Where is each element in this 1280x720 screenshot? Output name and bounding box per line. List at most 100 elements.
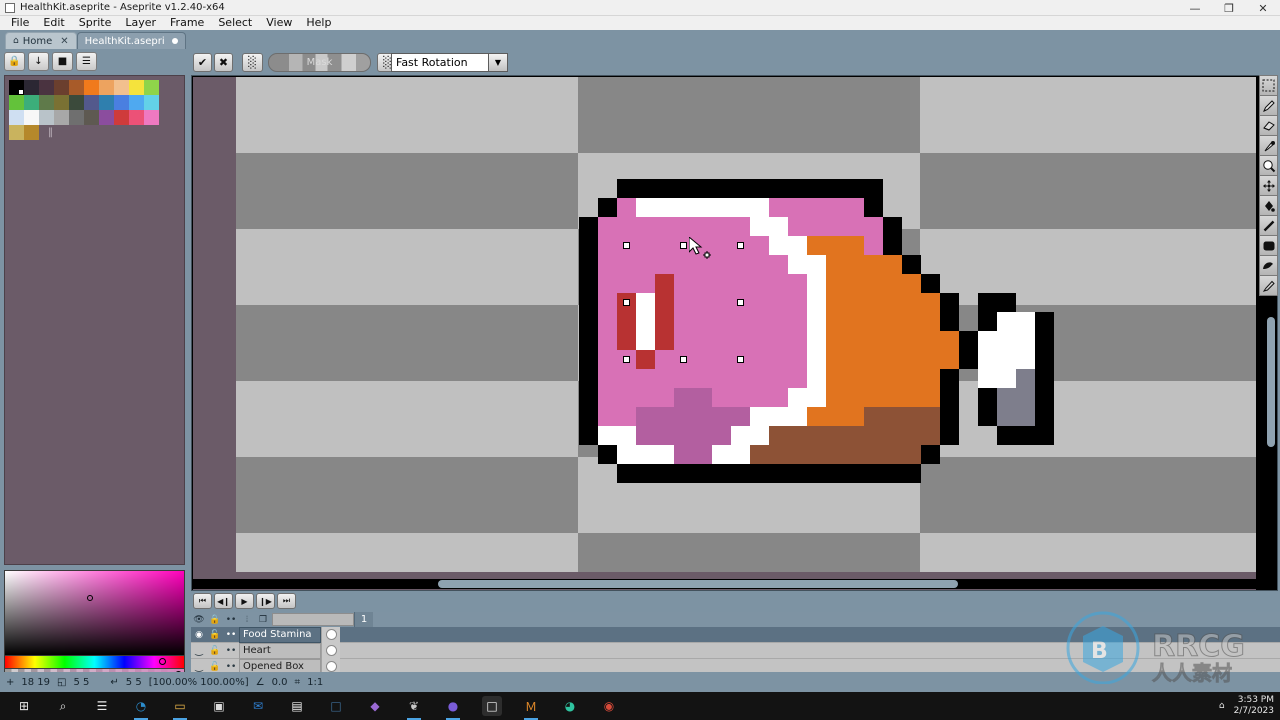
line-icon[interactable] (1259, 215, 1278, 236)
marquee-select-icon[interactable] (1259, 75, 1278, 96)
selection-handle[interactable] (736, 298, 744, 306)
menu-item-frame[interactable]: Frame (163, 16, 211, 30)
notification-icon[interactable]: ⌂ (1219, 701, 1225, 711)
close-button[interactable]: ✕ (1246, 0, 1280, 16)
palette-swatch[interactable] (84, 95, 99, 110)
layer-lock-icon[interactable]: 🔓 (207, 627, 223, 643)
palette-swatch[interactable] (114, 95, 129, 110)
last-frame-button[interactable]: ⏭ (277, 593, 296, 609)
palette-swatch[interactable] (24, 110, 39, 125)
clipchamp-icon[interactable]: ◆ (365, 696, 385, 716)
selection-handle[interactable] (679, 355, 687, 363)
palette-swatch[interactable] (84, 80, 99, 95)
prev-frame-button[interactable]: ◀❙ (214, 593, 233, 609)
palette-swatch[interactable] (129, 110, 144, 125)
steam-icon[interactable]: ❦ (404, 696, 424, 720)
onion-skin-icon[interactable]: ⦙ (239, 612, 255, 627)
selection-handle[interactable] (622, 298, 630, 306)
pencil-icon[interactable] (1259, 95, 1278, 116)
palette-swatch[interactable] (99, 110, 114, 125)
selection-handle[interactable] (679, 241, 687, 249)
canvas-horizontal-scrollbar[interactable] (193, 579, 1256, 589)
rotation-mode-select[interactable]: Fast Rotation (391, 53, 489, 72)
eraser-icon[interactable] (1259, 115, 1278, 136)
selection-handle[interactable] (736, 355, 744, 363)
palette-swatch[interactable] (39, 80, 54, 95)
first-frame-button[interactable]: ⏮ (193, 593, 212, 609)
palette-swatch[interactable] (24, 80, 39, 95)
selection-handle[interactable] (736, 241, 744, 249)
palette-swatch[interactable] (84, 110, 99, 125)
palette-swatch[interactable] (9, 110, 24, 125)
saturation-value-field[interactable] (4, 570, 185, 656)
vertical-scroll-thumb[interactable] (1267, 317, 1275, 447)
menu-item-view[interactable]: View (259, 16, 299, 30)
hue-cursor-icon[interactable] (159, 658, 166, 665)
timeline-cel[interactable] (321, 642, 340, 659)
epic-games-icon[interactable]: ▤ (287, 696, 307, 716)
tab-home[interactable]: ⌂ Home ✕ (5, 32, 77, 49)
microsoft-store-icon[interactable]: ▣ (209, 696, 229, 716)
contour-icon[interactable] (1259, 255, 1278, 276)
palette-swatch-area[interactable]: ‖ (4, 75, 185, 565)
rsi-launcher-icon[interactable]: □ (326, 696, 346, 716)
eyedropper-icon[interactable] (1259, 135, 1278, 156)
layer-visibility-icon[interactable]: ◉ (191, 627, 207, 643)
cancel-selection-button[interactable]: ✖ (214, 53, 233, 72)
sv-cursor-icon[interactable] (87, 595, 93, 601)
palette-swatch[interactable] (144, 80, 159, 95)
palette-grid[interactable]: ‖ (9, 80, 159, 140)
hue-slider[interactable] (4, 656, 185, 669)
lock-icon[interactable]: 🔒 (207, 612, 223, 627)
layer-row[interactable]: ⏝ 🔓 •• Heart (191, 642, 1280, 659)
palette-swatch[interactable] (144, 95, 159, 110)
chrome-icon[interactable]: ◉ (599, 696, 619, 716)
frame-header-1[interactable]: 1 (354, 612, 373, 627)
layer-continuous-icon[interactable]: •• (223, 627, 239, 643)
accept-selection-button[interactable]: ✔ (193, 53, 212, 72)
palette-swatch[interactable] (69, 80, 84, 95)
menu-item-sprite[interactable]: Sprite (72, 16, 119, 30)
palette-swatch[interactable] (99, 95, 114, 110)
palette-swatch[interactable] (54, 80, 69, 95)
palette-swatch[interactable] (129, 95, 144, 110)
palette-swatch[interactable] (24, 125, 39, 140)
file-explorer-icon[interactable]: ▭ (170, 696, 190, 720)
transparent-color-button[interactable]: ░ (242, 53, 263, 72)
canvas-container[interactable] (191, 75, 1278, 591)
menu-item-file[interactable]: File (4, 16, 36, 30)
maximize-button[interactable]: ❐ (1212, 0, 1246, 16)
start-button[interactable]: ⊞ (14, 696, 34, 716)
lock-palette-button[interactable]: 🔒 (4, 52, 25, 71)
menu-item-help[interactable]: Help (299, 16, 338, 30)
next-frame-button[interactable]: ❙▶ (256, 593, 275, 609)
filled-rectangle-icon[interactable] (1259, 235, 1278, 256)
task-view-icon[interactable]: ☰ (92, 696, 112, 716)
palette-swatch[interactable] (9, 95, 24, 110)
palette-swatch[interactable] (129, 80, 144, 95)
palette-options-button[interactable]: ☰ (76, 52, 97, 71)
tab-healthkit[interactable]: HealthKit.asepri (76, 32, 186, 49)
selection-handle[interactable] (622, 355, 630, 363)
move-icon[interactable] (1259, 175, 1278, 196)
continuous-icon[interactable]: •• (223, 612, 239, 627)
palette-swatch[interactable] (144, 110, 159, 125)
palette-swatch[interactable] (39, 110, 54, 125)
palette-swatch[interactable] (9, 80, 24, 95)
palette-swatch[interactable] (69, 95, 84, 110)
layer-name[interactable]: Heart (239, 642, 321, 659)
palette-swatch[interactable] (69, 110, 84, 125)
palette-swatch[interactable] (39, 95, 54, 110)
chevron-down-icon[interactable]: ▼ (489, 53, 508, 72)
palette-swatch[interactable] (54, 110, 69, 125)
mail-icon[interactable]: ✉ (248, 696, 268, 716)
play-button[interactable]: ▶ (235, 593, 254, 609)
layer-visibility-icon[interactable]: ⏝ (191, 643, 207, 659)
discord-icon[interactable]: ● (443, 696, 463, 720)
horizontal-scroll-thumb[interactable] (438, 580, 958, 588)
palette-resize-handle[interactable]: ‖ (43, 125, 58, 140)
save-palette-button[interactable]: ■ (52, 52, 73, 71)
minimize-button[interactable]: — (1178, 0, 1212, 16)
timeline-cel[interactable] (321, 626, 340, 643)
itch-icon[interactable]: ◕ (560, 696, 580, 716)
